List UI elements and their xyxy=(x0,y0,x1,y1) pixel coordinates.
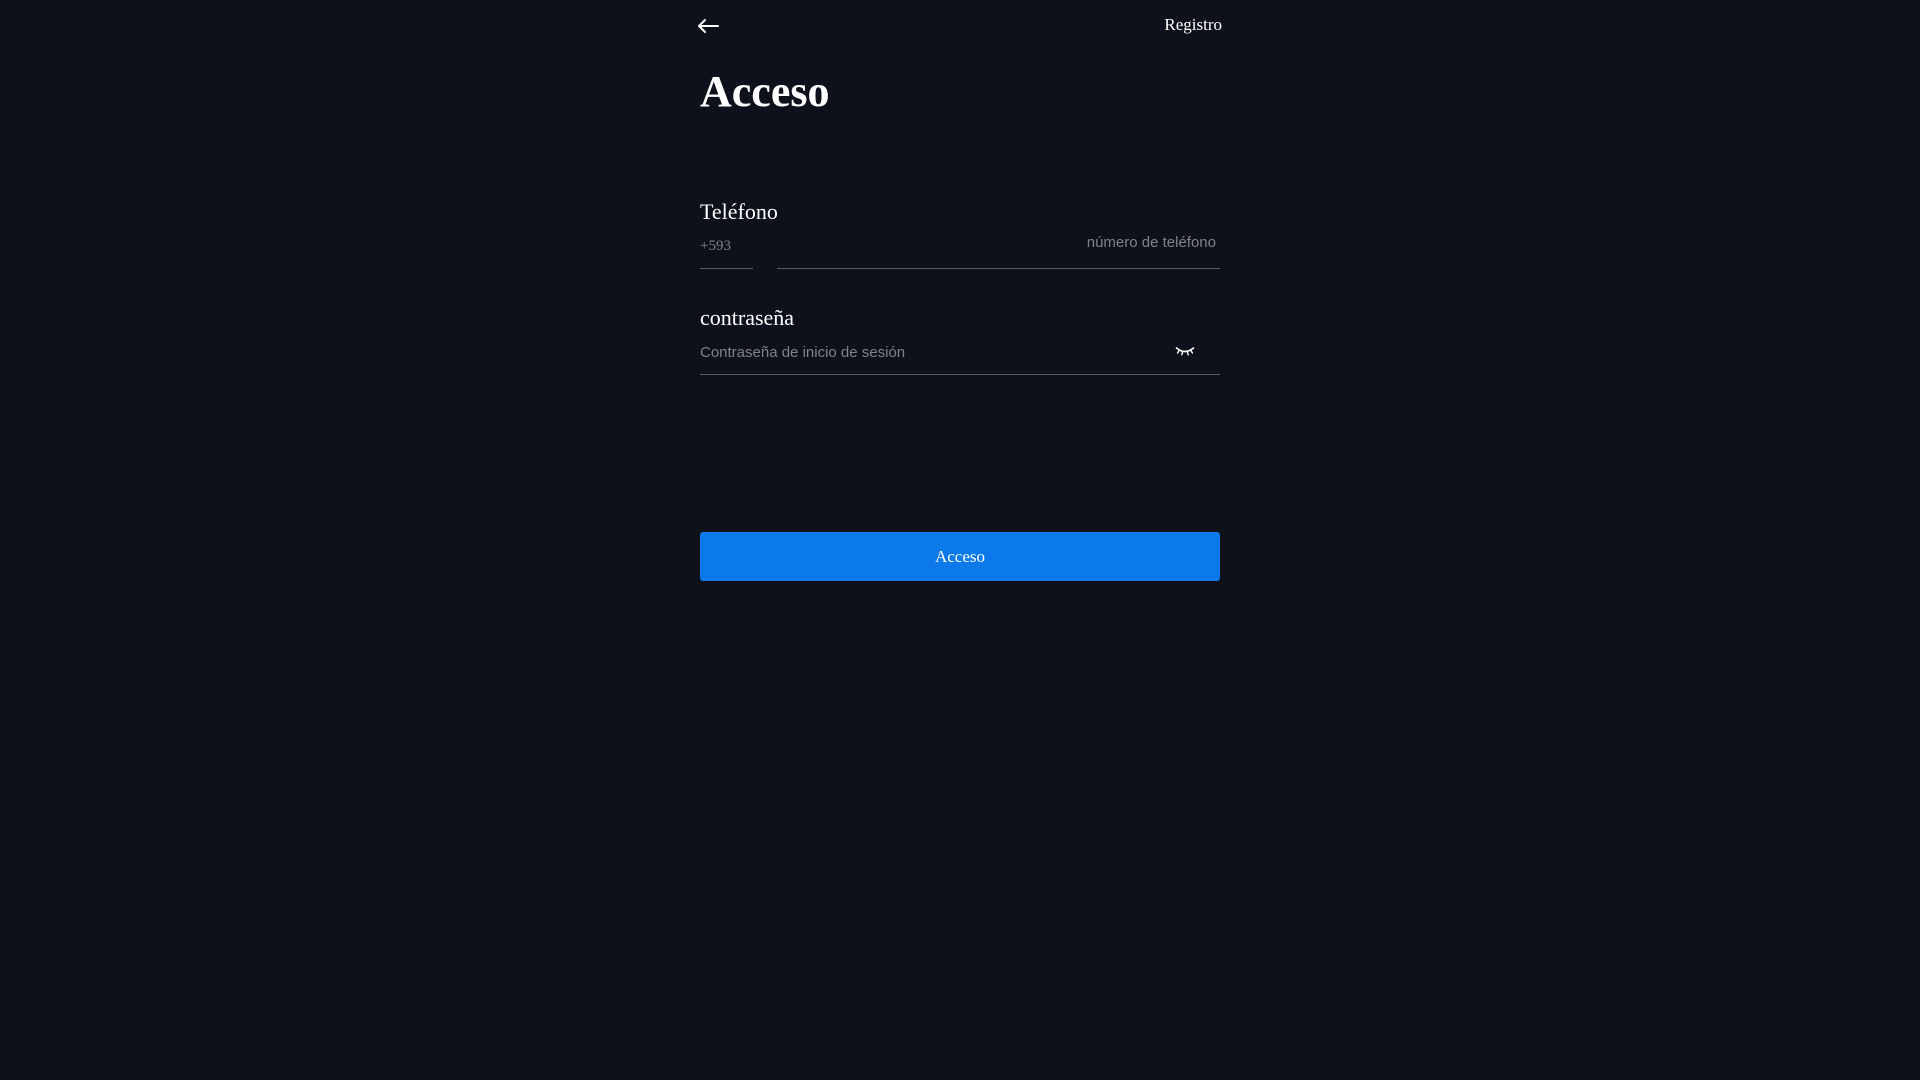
country-code-value: +593 xyxy=(700,238,731,254)
back-button[interactable] xyxy=(694,12,722,40)
login-container: Registro Acceso Teléfono +593 contraseña… xyxy=(698,0,1222,1080)
page-title: Acceso xyxy=(700,67,830,116)
arrow-left-icon xyxy=(698,19,719,33)
password-field xyxy=(700,336,1220,375)
login-button[interactable]: Acceso xyxy=(700,532,1220,581)
top-bar: Registro xyxy=(698,0,1222,52)
phone-label: Teléfono xyxy=(700,199,778,224)
phone-field xyxy=(777,226,1220,269)
password-input[interactable] xyxy=(700,336,1150,368)
register-link[interactable]: Registro xyxy=(1164,15,1222,35)
phone-input[interactable] xyxy=(777,226,1220,258)
password-visibility-toggle[interactable] xyxy=(1174,342,1196,360)
eye-closed-icon xyxy=(1175,347,1195,356)
country-code-selector[interactable]: +593 xyxy=(700,232,753,269)
login-page: Registro Acceso Teléfono +593 contraseña… xyxy=(0,0,1920,1080)
password-label: contraseña xyxy=(700,305,795,330)
